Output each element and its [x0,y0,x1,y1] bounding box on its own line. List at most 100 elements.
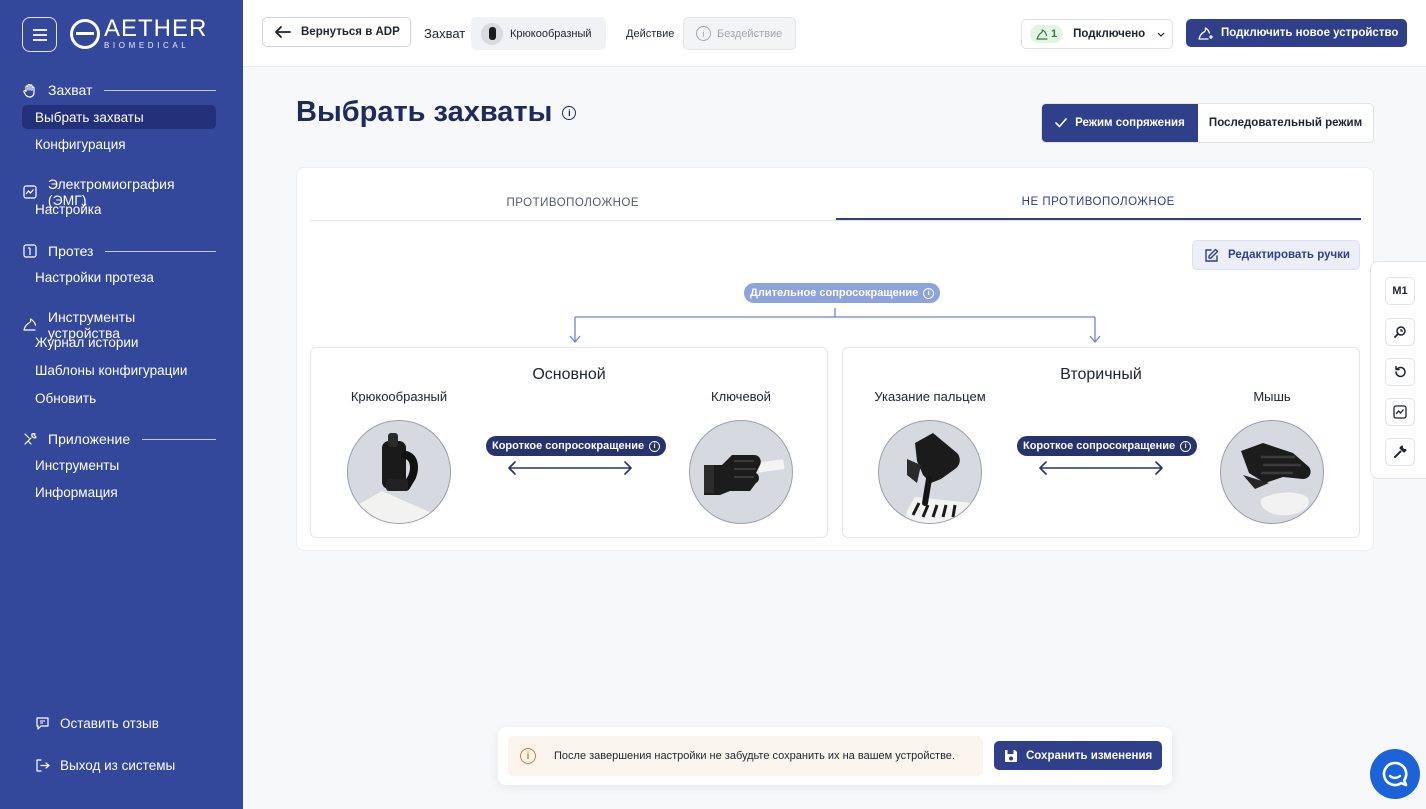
save-changes-label: Сохранить изменения [1026,749,1153,762]
feedback-link[interactable]: Оставить отзыв [35,715,159,731]
divider [142,438,216,440]
nav-update[interactable]: Обновить [22,386,216,410]
divider [105,250,216,252]
section-prosthesis: Протез [22,243,216,259]
chat-support-button[interactable] [1370,749,1420,799]
undo-button[interactable] [1385,358,1415,386]
grips-card: ПРОТИВОПОЛОЖНОЕ НЕ ПРОТИВОПОЛОЖНОЕ Редак… [296,167,1374,551]
calibration-icon [1394,326,1406,338]
long-cocontraction-pill[interactable]: Длительное сопросокращение i [744,283,941,303]
new-device-label: Подключить новое устройство [1221,27,1399,39]
brand-name: AETHER [104,15,208,42]
grip-name: Крюкообразный [350,389,448,404]
action-label: Действие [626,28,675,40]
back-to-adp-button[interactable]: Вернуться в ADP [262,17,411,47]
page-title: Выбрать захваты i [296,96,577,129]
sidebar: AETHER BIOMEDICAL Захват Выбрать захваты… [0,0,243,809]
short-cocontraction-label: Короткое сопросокращение [1023,440,1176,452]
tab-opposed[interactable]: ПРОТИВОПОЛОЖНОЕ [310,185,836,220]
double-arrow-icon [1039,461,1163,475]
calibration-button[interactable] [1385,318,1415,346]
mode-toggle: Режим сопряжения Последовательный режим [1041,103,1374,143]
section-prosthesis-title: Протез [48,243,94,259]
chat-icon [1382,761,1408,787]
connection-dropdown[interactable]: 1 Подключено [1021,19,1173,49]
divider [104,89,216,91]
nav-prosthesis-settings[interactable]: Настройки протеза [22,265,216,289]
feedback-label: Оставить отзыв [60,715,159,731]
hamburger-icon [32,28,47,41]
section-grip-title: Захват [48,82,93,98]
add-device-icon [1198,27,1213,40]
logout-link[interactable]: Выход из системы [35,757,175,773]
info-icon: i [696,26,711,41]
section-grip: Захват [22,82,216,98]
nav-history-log[interactable]: Журнал истории [22,330,216,354]
pairing-mode-button[interactable]: Режим сопряжения [1042,104,1198,142]
logo-mark-icon [70,18,100,49]
hook-grip-image[interactable] [347,420,451,524]
section-app-title: Приложение [48,431,131,447]
edit-handles-button[interactable]: Редактировать ручки [1192,240,1360,270]
arrow-left-icon [275,26,291,38]
nav-emg-settings[interactable]: Настройка [22,197,216,221]
pointing-grip-image[interactable] [878,420,982,524]
hook-grip-thumbnail-icon [481,22,503,45]
menu-toggle-button[interactable] [22,17,57,52]
connect-new-device-button[interactable]: Подключить новое устройство [1186,19,1407,47]
save-reminder-text: После завершения настройки не забудьте с… [554,750,955,762]
cocontraction-connector [569,308,1101,344]
chevron-down-icon [1157,32,1165,37]
right-toolbar: M1 [1370,261,1426,479]
section-app: Приложение [22,431,216,447]
nav-info[interactable]: Информация [22,480,216,504]
group-title: Основной [532,366,606,383]
short-cocontraction-pill[interactable]: Короткое сопросокращение i [486,436,667,456]
action-value: Бездействие [717,27,783,40]
grip-name: Указание пальцем [874,389,986,404]
save-icon [1005,749,1017,762]
nav-configuration[interactable]: Конфигурация [22,132,216,156]
save-bar: i После завершения настройки не забудьте… [498,727,1172,785]
prosthesis-icon [22,243,38,259]
settings-wrench-button[interactable] [1385,438,1415,466]
wrench-icon [1394,445,1407,458]
long-cocontraction-label: Длительное сопросокращение [750,287,919,299]
undo-icon [1395,365,1406,378]
nav-select-grips[interactable]: Выбрать захваты [22,105,216,129]
brand-logo[interactable]: AETHER BIOMEDICAL [70,17,207,50]
nav-config-templates[interactable]: Шаблоны конфигурации [22,358,216,382]
current-grip-value: Крюкообразный [510,27,592,40]
grip-tabs: ПРОТИВОПОЛОЖНОЕ НЕ ПРОТИВОПОЛОЖНОЕ [310,185,1361,221]
sequential-mode-button[interactable]: Последовательный режим [1198,104,1373,142]
grip-name: Мышь [1253,389,1291,404]
hand-icon [22,82,38,98]
primary-grip-group: Основной Крюкообразный Ключевой Короткое… [310,347,828,538]
warning-icon: i [520,748,536,764]
tab-non-opposed[interactable]: НЕ ПРОТИВОПОЛОЖНОЕ [835,185,1361,220]
current-grip-chip: Крюкообразный [471,17,606,50]
short-cocontraction-pill[interactable]: Короткое сопросокращение i [1017,436,1198,456]
page-title-text: Выбрать захваты [296,96,553,128]
key-grip-image[interactable] [689,420,793,524]
info-icon: i [923,287,935,299]
save-changes-button[interactable]: Сохранить изменения [994,741,1162,770]
short-cocontraction-label: Короткое сопросокращение [492,440,645,452]
info-icon[interactable]: i [562,105,577,120]
prosthesis-arm-icon [1036,28,1048,40]
top-bar: Вернуться в ADP Захват Крюкообразный Дей… [243,0,1426,67]
connection-status: Подключено [1073,28,1146,40]
secondary-grip-group: Вторичный Указание пальцем Мышь Короткое… [842,347,1360,538]
grip-name: Ключевой [711,389,771,404]
save-reminder: i После завершения настройки не забудьте… [508,736,983,776]
logout-icon [35,757,51,773]
group-title: Вторичный [1060,366,1142,383]
m1-button[interactable]: M1 [1385,277,1415,305]
info-icon: i [649,440,661,452]
emg-view-button[interactable] [1385,398,1415,426]
logout-label: Выход из системы [60,757,176,773]
mouse-grip-image[interactable] [1220,420,1324,524]
connection-badge: 1 [1030,25,1064,43]
nav-tools[interactable]: Инструменты [22,453,216,477]
connection-count: 1 [1051,28,1058,40]
